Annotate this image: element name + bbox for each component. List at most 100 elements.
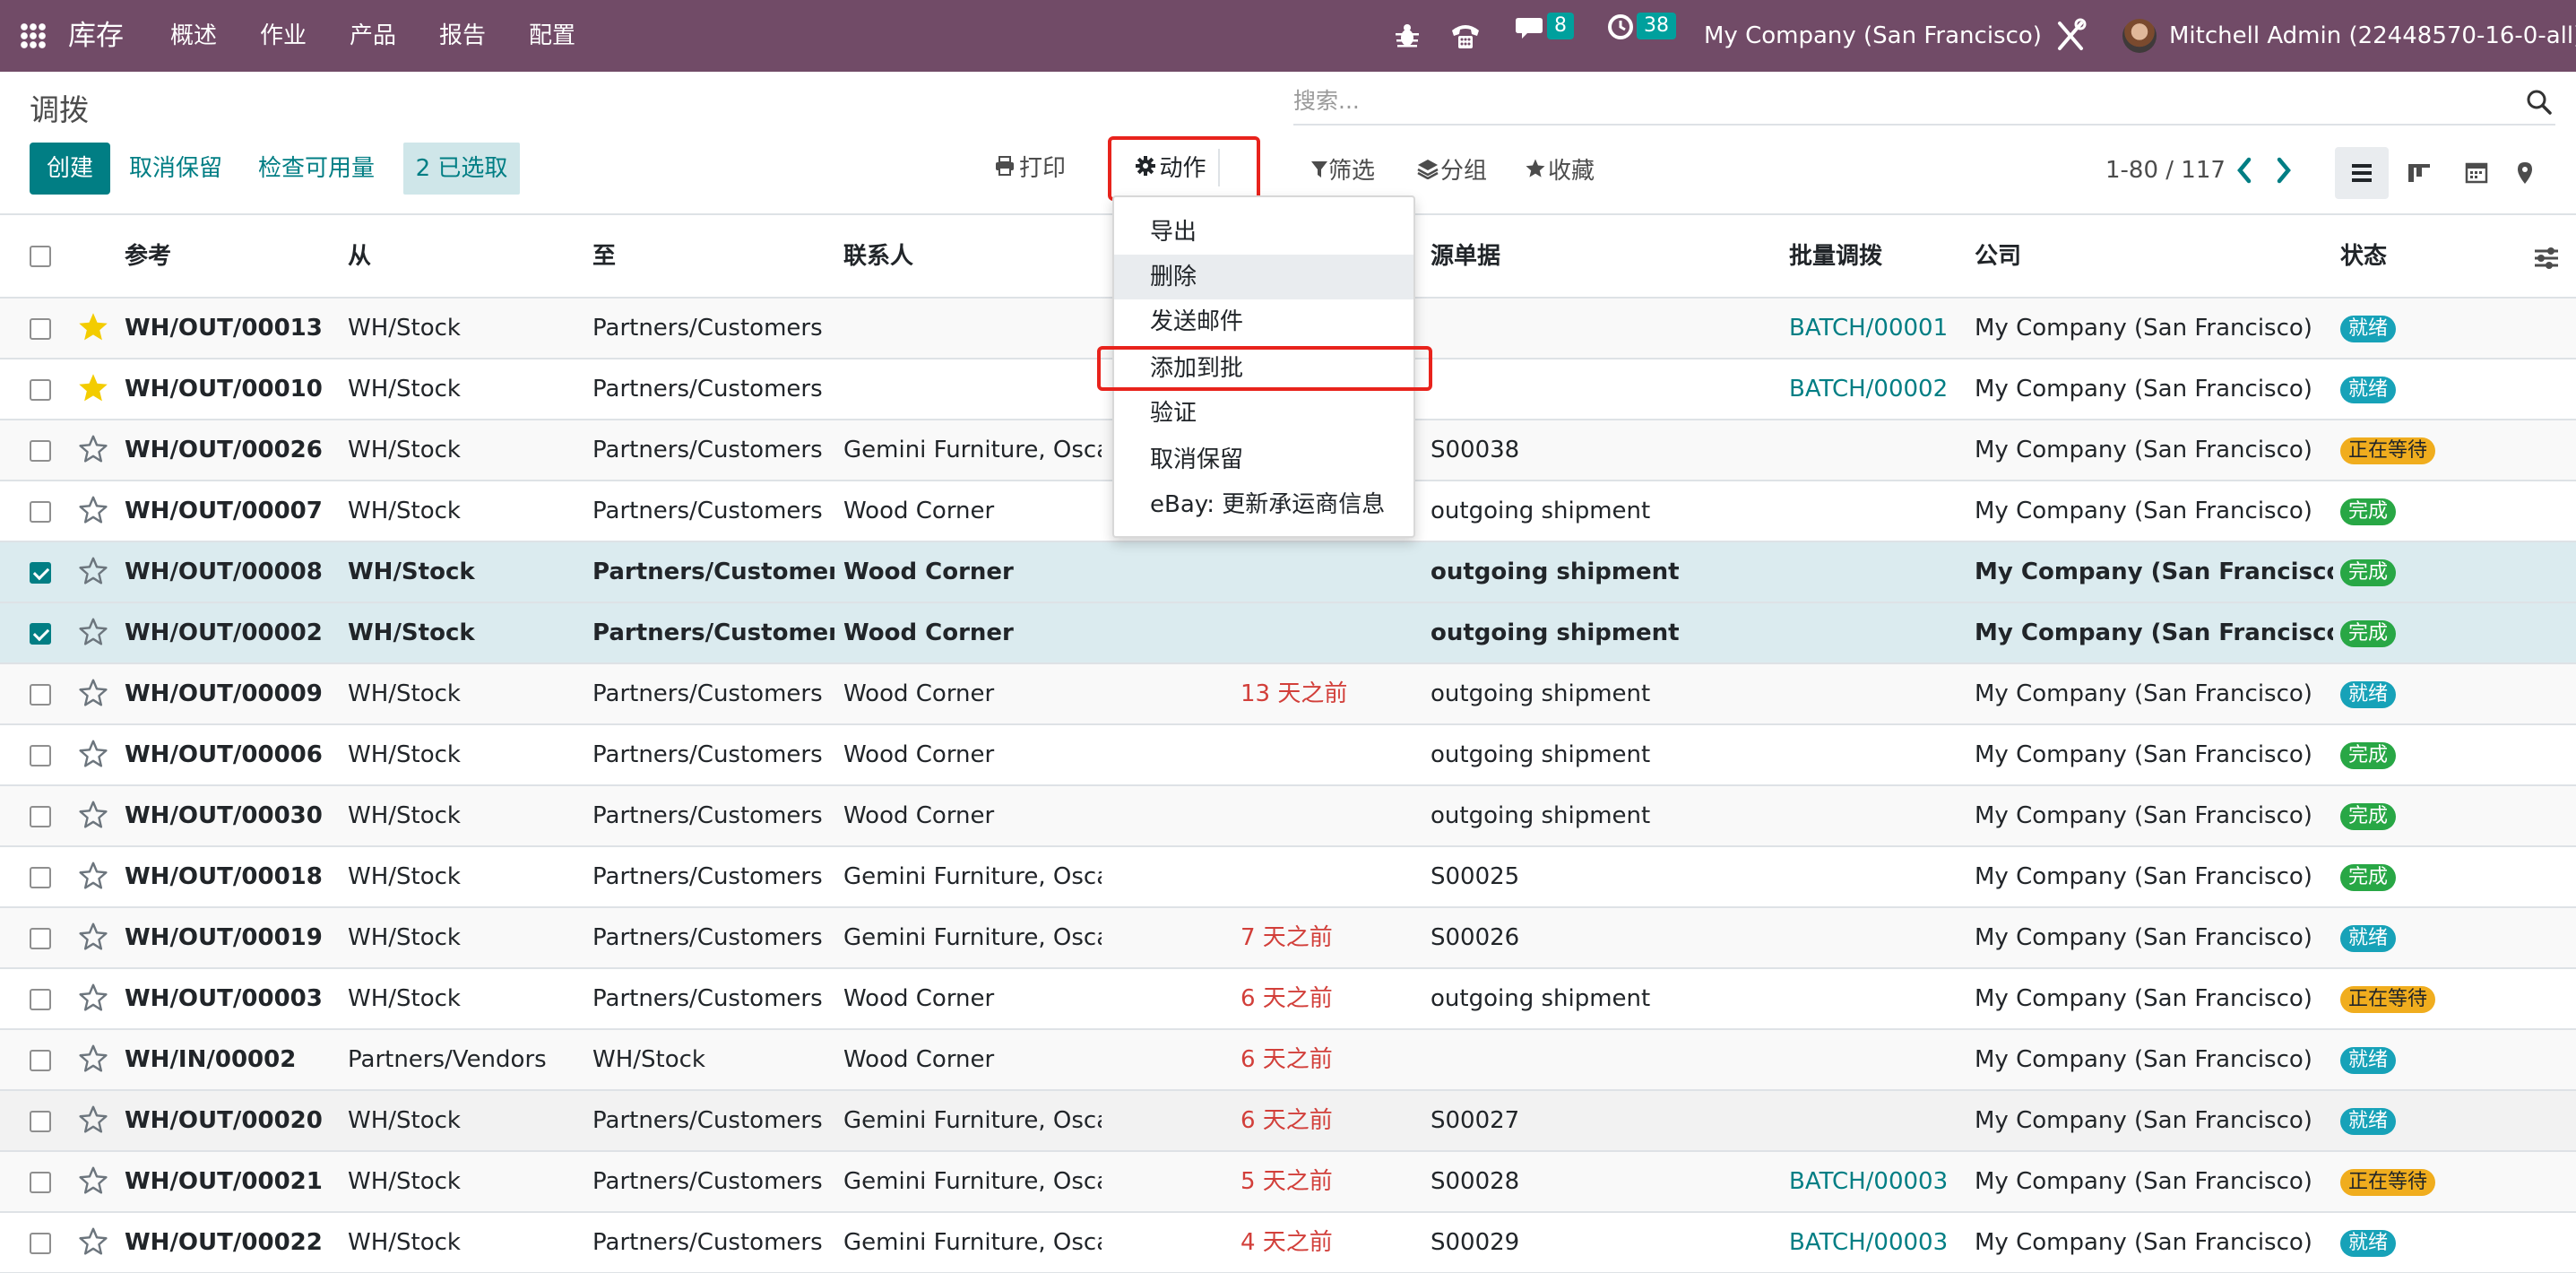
tools-icon[interactable]: [2054, 0, 2087, 72]
status-badge: 就绪: [2340, 316, 2397, 342]
favorites-button[interactable]: 收藏: [1520, 145, 1599, 197]
bug-icon[interactable]: [1394, 0, 1421, 72]
print-button[interactable]: 打印: [990, 143, 1070, 195]
star-outline-icon[interactable]: [77, 1043, 109, 1075]
pager-value[interactable]: 1-80 / 117: [2105, 157, 2226, 184]
row-checkbox[interactable]: [30, 501, 51, 523]
star-outline-icon[interactable]: [77, 1225, 109, 1258]
star-outline-icon[interactable]: [77, 677, 109, 709]
search-input[interactable]: [1293, 82, 2512, 118]
table-row[interactable]: WH/OUT/00008 WH/Stock Partners/Customers Wo…: [0, 542, 2576, 603]
filter-button[interactable]: 筛选: [1305, 145, 1380, 197]
optional-columns-icon[interactable]: [2533, 215, 2562, 300]
user-menu[interactable]: Mitchell Admin (22448570-16-0-all): [2169, 0, 2576, 72]
row-checkbox[interactable]: [30, 806, 51, 827]
col-to[interactable]: 至: [592, 215, 616, 300]
map-view-icon[interactable]: [2503, 147, 2547, 199]
messages-button[interactable]: 8: [1515, 0, 1595, 72]
table-row[interactable]: WH/OUT/00022 WH/Stock Partners/Customers Ge…: [0, 1213, 2576, 1273]
star-filled-icon[interactable]: [77, 372, 109, 404]
table-row[interactable]: WH/OUT/00006 WH/Stock Partners/Customers Wo…: [0, 725, 2576, 786]
menu-overview[interactable]: 概述: [170, 0, 217, 72]
selected-count-badge[interactable]: 2 已选取: [403, 143, 520, 195]
row-checkbox[interactable]: [30, 1233, 51, 1254]
menu-products[interactable]: 产品: [350, 0, 396, 72]
col-source-document[interactable]: 源单据: [1431, 215, 1500, 300]
row-checkbox[interactable]: [30, 562, 51, 584]
star-filled-icon[interactable]: [77, 311, 109, 343]
row-checkbox[interactable]: [30, 928, 51, 949]
table-row[interactable]: WH/OUT/00003 WH/Stock Partners/Customers Wo…: [0, 969, 2576, 1030]
star-outline-icon[interactable]: [77, 982, 109, 1014]
star-outline-icon[interactable]: [77, 1104, 109, 1136]
star-outline-icon[interactable]: [77, 1165, 109, 1197]
app-name[interactable]: 库存: [68, 0, 124, 72]
row-checkbox[interactable]: [30, 867, 51, 888]
col-company[interactable]: 公司: [1975, 215, 2021, 300]
row-checkbox[interactable]: [30, 684, 51, 706]
table-row[interactable]: WH/OUT/00009 WH/Stock Partners/Customers Wo…: [0, 664, 2576, 725]
row-checkbox[interactable]: [30, 989, 51, 1010]
table-row[interactable]: WH/OUT/00018 WH/Stock Partners/Customers Ge…: [0, 847, 2576, 908]
star-outline-icon[interactable]: [77, 494, 109, 526]
chevron-left-icon[interactable]: [2232, 152, 2257, 188]
search-icon[interactable]: [2525, 88, 2554, 117]
create-button[interactable]: 创建: [30, 143, 110, 195]
check-availability-button[interactable]: 检查可用量: [255, 143, 378, 195]
menu-configuration[interactable]: 配置: [529, 0, 575, 72]
apps-grid-icon[interactable]: [20, 0, 47, 72]
action-button[interactable]: 动作: [1124, 143, 1217, 195]
table-row[interactable]: WH/OUT/00021 WH/Stock Partners/Customers Ge…: [0, 1152, 2576, 1213]
phone-icon[interactable]: [1450, 0, 1481, 72]
user-avatar[interactable]: [2122, 19, 2157, 53]
row-checkbox[interactable]: [30, 1172, 51, 1193]
row-checkbox[interactable]: [30, 1111, 51, 1132]
menu-item-export[interactable]: 导出: [1114, 210, 1413, 255]
row-checkbox[interactable]: [30, 379, 51, 401]
star-outline-icon[interactable]: [77, 616, 109, 648]
menu-reports[interactable]: 报告: [439, 0, 486, 72]
star-outline-icon[interactable]: [77, 921, 109, 953]
kanban-view-icon[interactable]: [2392, 147, 2446, 199]
star-outline-icon[interactable]: [77, 860, 109, 892]
row-checkbox[interactable]: [30, 1050, 51, 1071]
row-checkbox[interactable]: [30, 745, 51, 766]
col-batch-transfer[interactable]: 批量调拨: [1789, 215, 1882, 300]
menu-item-send-email[interactable]: 发送邮件: [1114, 299, 1413, 344]
cell-batch-transfer[interactable]: BATCH/00002: [1789, 359, 1968, 419]
group-by-button[interactable]: 分组: [1412, 145, 1492, 197]
col-from[interactable]: 从: [348, 215, 371, 300]
cell-batch-transfer[interactable]: BATCH/00003: [1789, 1213, 1968, 1272]
menu-item-ebay-update-carrier[interactable]: eBay: 更新承运商信息: [1114, 482, 1413, 527]
table-row[interactable]: WH/OUT/00019 WH/Stock Partners/Customers Ge…: [0, 908, 2576, 969]
menu-item-unreserve[interactable]: 取消保留: [1114, 437, 1413, 482]
cell-batch-transfer[interactable]: BATCH/00001: [1789, 299, 1968, 358]
calendar-view-icon[interactable]: [2450, 147, 2503, 199]
cell-to: Partners/Customers: [592, 985, 823, 1012]
cell-batch-transfer[interactable]: BATCH/00003: [1789, 1152, 1968, 1211]
star-outline-icon[interactable]: [77, 433, 109, 465]
list-view-button[interactable]: [2335, 147, 2389, 199]
col-contact[interactable]: 联系人: [843, 215, 913, 300]
menu-item-delete[interactable]: 删除: [1114, 255, 1413, 299]
col-status[interactable]: 状态: [2340, 215, 2387, 300]
activities-button[interactable]: 38: [1606, 0, 1696, 72]
row-checkbox[interactable]: [30, 623, 51, 645]
select-all-checkbox[interactable]: [30, 246, 51, 267]
row-checkbox[interactable]: [30, 318, 51, 340]
col-reference[interactable]: 参考: [125, 215, 171, 300]
menu-item-validate[interactable]: 验证: [1114, 391, 1413, 436]
star-outline-icon[interactable]: [77, 738, 109, 770]
row-checkbox[interactable]: [30, 440, 51, 462]
star-outline-icon[interactable]: [77, 555, 109, 587]
table-row[interactable]: WH/OUT/00020 WH/Stock Partners/Customers Ge…: [0, 1091, 2576, 1152]
chevron-right-icon[interactable]: [2271, 152, 2296, 188]
table-row[interactable]: WH/OUT/00002 WH/Stock Partners/Customers Wo…: [0, 603, 2576, 664]
company-switcher[interactable]: My Company (San Francisco): [1704, 0, 2042, 72]
status-badge: 完成: [2340, 864, 2397, 891]
table-row[interactable]: WH/OUT/00030 WH/Stock Partners/Customers Wo…: [0, 786, 2576, 847]
unreserve-button[interactable]: 取消保留: [127, 143, 224, 195]
star-outline-icon[interactable]: [77, 799, 109, 831]
table-row[interactable]: WH/IN/00002 Partners/Vendors WH/Stock Wood …: [0, 1030, 2576, 1091]
menu-operations[interactable]: 作业: [260, 0, 307, 72]
